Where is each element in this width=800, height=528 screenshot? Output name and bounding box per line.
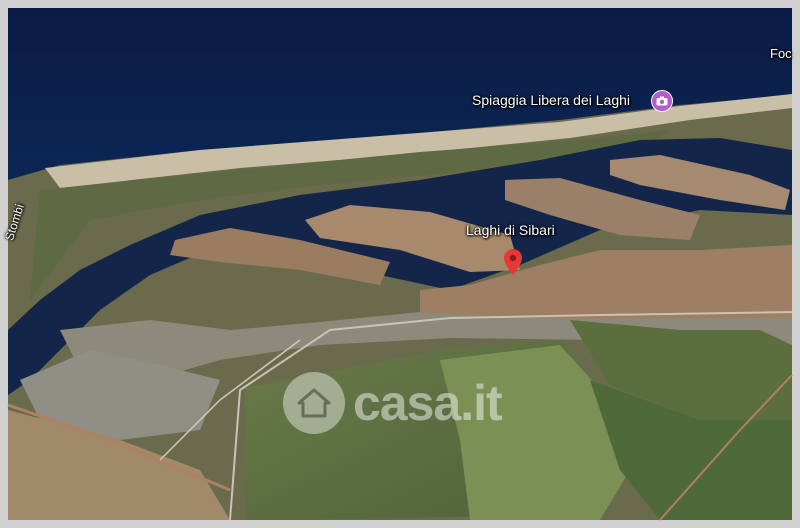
beach-label[interactable]: Spiaggia Libera dei Laghi — [472, 92, 630, 108]
watermark-text: casa.it — [353, 375, 503, 431]
satellite-map[interactable] — [0, 0, 800, 528]
place-label[interactable]: Laghi di Sibari — [466, 222, 555, 238]
place-label-partial: Foc — [770, 46, 792, 61]
location-pin-icon[interactable] — [504, 249, 522, 280]
camera-icon[interactable] — [651, 90, 673, 112]
casa-it-watermark: casa.it — [283, 372, 503, 434]
house-icon — [283, 372, 345, 434]
